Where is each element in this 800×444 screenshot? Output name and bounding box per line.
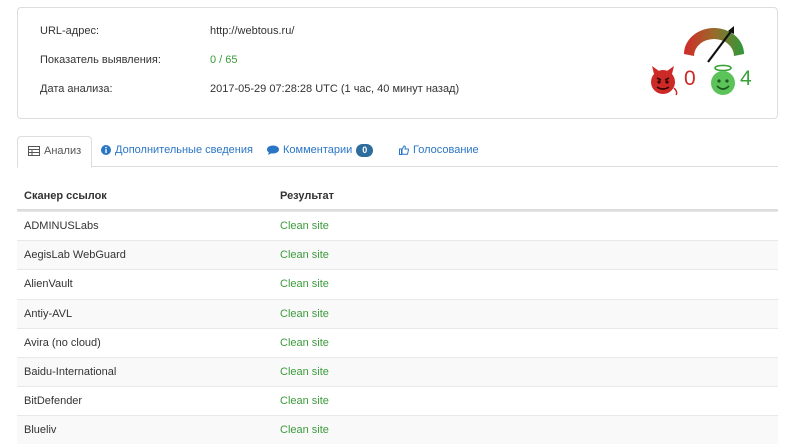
date-label: Дата анализа:	[40, 83, 113, 95]
devil-face-icon	[651, 66, 678, 96]
scan-result: Clean site	[280, 249, 329, 262]
table-row: AlienVault Clean site	[17, 269, 778, 298]
scanner-name: BitDefender	[24, 395, 83, 408]
scanner-name: Blueliv	[24, 424, 57, 437]
scanner-name: Antiy-AVL	[24, 307, 73, 320]
table-icon	[28, 146, 40, 157]
tab-comments-label: Комментарии	[283, 144, 353, 156]
tab-voting[interactable]: Голосование	[389, 136, 489, 167]
table-row: AegisLab WebGuard Clean site	[17, 240, 778, 270]
harmless-score: 4	[740, 67, 752, 90]
scan-result: Clean site	[280, 395, 329, 408]
scanner-name: Baidu-International	[24, 365, 117, 378]
scanner-name: AlienVault	[24, 278, 73, 291]
thumbs-up-icon	[399, 145, 409, 156]
table-row: Baidu-International Clean site	[17, 356, 778, 387]
detection-label: Показатель выявления:	[40, 54, 161, 66]
angel-face-icon	[711, 64, 735, 95]
table-row: Blueliv Clean site	[17, 415, 778, 444]
table-row: Avira (no cloud) Clean site	[17, 327, 778, 357]
scan-result: Clean site	[280, 365, 329, 378]
info-icon	[101, 145, 111, 156]
malicious-score: 0	[684, 67, 696, 90]
tab-additional-info[interactable]: Дополнительные сведения	[91, 136, 263, 167]
table-row: BitDefender Clean site	[17, 386, 778, 415]
file-info-panel: URL-адрес: http://webtous.ru/ Показатель…	[17, 7, 778, 119]
url-label: URL-адрес:	[40, 25, 99, 37]
scanner-name: ADMINUSLabs	[24, 220, 99, 232]
tab-analysis[interactable]: Анализ	[17, 136, 93, 168]
community-score: 0 4	[630, 64, 760, 98]
date-value: 2017-05-29 07:28:28 UTC (1 час, 40 минут…	[210, 83, 460, 95]
header-scanner: Сканер ссылок	[24, 190, 107, 202]
tab-voting-label: Голосование	[413, 144, 479, 156]
table-row: Antiy-AVL Clean site	[17, 298, 778, 328]
tab-analysis-label: Анализ	[44, 145, 82, 157]
scan-result: Clean site	[280, 220, 329, 232]
table-header: Сканер ссылок Результат	[17, 181, 778, 211]
scan-result: Clean site	[280, 307, 329, 320]
scanner-name: AegisLab WebGuard	[24, 249, 126, 262]
scan-result: Clean site	[280, 424, 329, 437]
tab-comments[interactable]: Комментарии 0	[257, 136, 383, 167]
scan-result: Clean site	[280, 278, 329, 291]
gauge-icon	[684, 26, 744, 63]
url-value: http://webtous.ru/	[210, 25, 295, 37]
scan-result: Clean site	[280, 336, 329, 349]
tab-additional-info-label: Дополнительные сведения	[115, 144, 253, 156]
detection-value: 0 / 65	[210, 54, 238, 66]
table-row: ADMINUSLabs Clean site	[17, 211, 778, 240]
header-result: Результат	[280, 190, 335, 202]
scan-results-table: Сканер ссылок Результат ADMINUSLabs Clea…	[17, 181, 778, 444]
comment-icon	[267, 145, 279, 156]
tab-bar: Анализ Дополнительные сведения Комментар…	[17, 136, 778, 168]
scanner-name: Avira (no cloud)	[24, 336, 101, 349]
comments-count-badge: 0	[356, 143, 374, 157]
